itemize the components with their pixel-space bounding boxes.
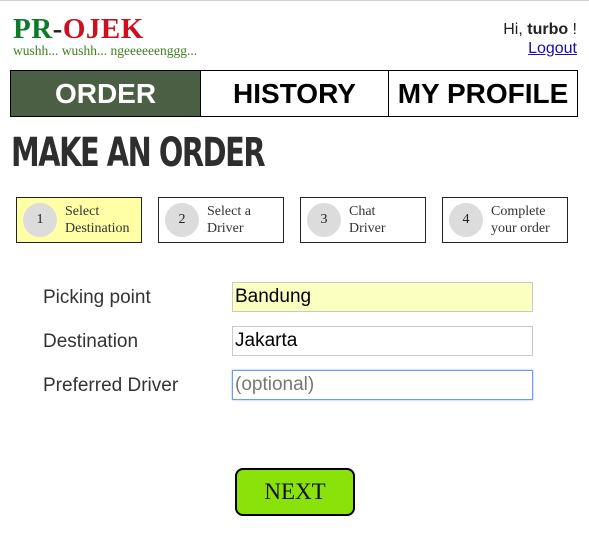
tab-history[interactable]: HISTORY <box>200 70 389 117</box>
step-chat-driver: 3 Chat Driver <box>300 197 426 243</box>
next-button[interactable]: NEXT <box>235 468 355 516</box>
destination-input[interactable] <box>232 326 533 356</box>
step-select-destination: 1 Select Destination <box>16 197 142 243</box>
main-nav: ORDER HISTORY MY PROFILE <box>10 70 578 117</box>
logo-text-ojek: OJEK <box>62 13 144 45</box>
preferred-driver-label: Preferred Driver <box>43 375 179 396</box>
logo-text-pr: PR <box>13 13 53 45</box>
greeting-text: Hi, <box>503 21 528 38</box>
logo-text-dash: - <box>52 13 63 45</box>
greeting-suffix: ! <box>568 21 577 38</box>
step-label: Select Destination <box>65 204 130 236</box>
picking-point-label: Picking point <box>43 287 151 308</box>
destination-label: Destination <box>43 331 139 352</box>
top-border-line <box>0 0 589 1</box>
step-label: Chat Driver <box>349 204 386 236</box>
user-greeting: Hi, turbo ! <box>503 21 577 39</box>
step-label: Complete your order <box>491 204 550 236</box>
step-number-badge: 2 <box>165 203 199 237</box>
app-logo: PR-OJEK <box>13 14 144 44</box>
step-select-driver: 2 Select a Driver <box>158 197 284 243</box>
logout-link[interactable]: Logout <box>528 40 577 58</box>
step-number-badge: 1 <box>23 203 57 237</box>
username: turbo <box>527 21 569 38</box>
picking-point-input[interactable] <box>232 282 533 312</box>
step-number-badge: 3 <box>307 203 341 237</box>
page-title: MAKE AN ORDER <box>11 130 266 176</box>
tab-order[interactable]: ORDER <box>10 70 201 117</box>
tab-my-profile[interactable]: MY PROFILE <box>388 70 578 117</box>
step-label: Select a Driver <box>207 204 251 236</box>
step-complete-order: 4 Complete your order <box>442 197 568 243</box>
preferred-driver-input[interactable] <box>232 370 533 400</box>
step-number-badge: 4 <box>449 203 483 237</box>
app-tagline: wushh... wushh... ngeeeeeenggg... <box>13 43 198 58</box>
